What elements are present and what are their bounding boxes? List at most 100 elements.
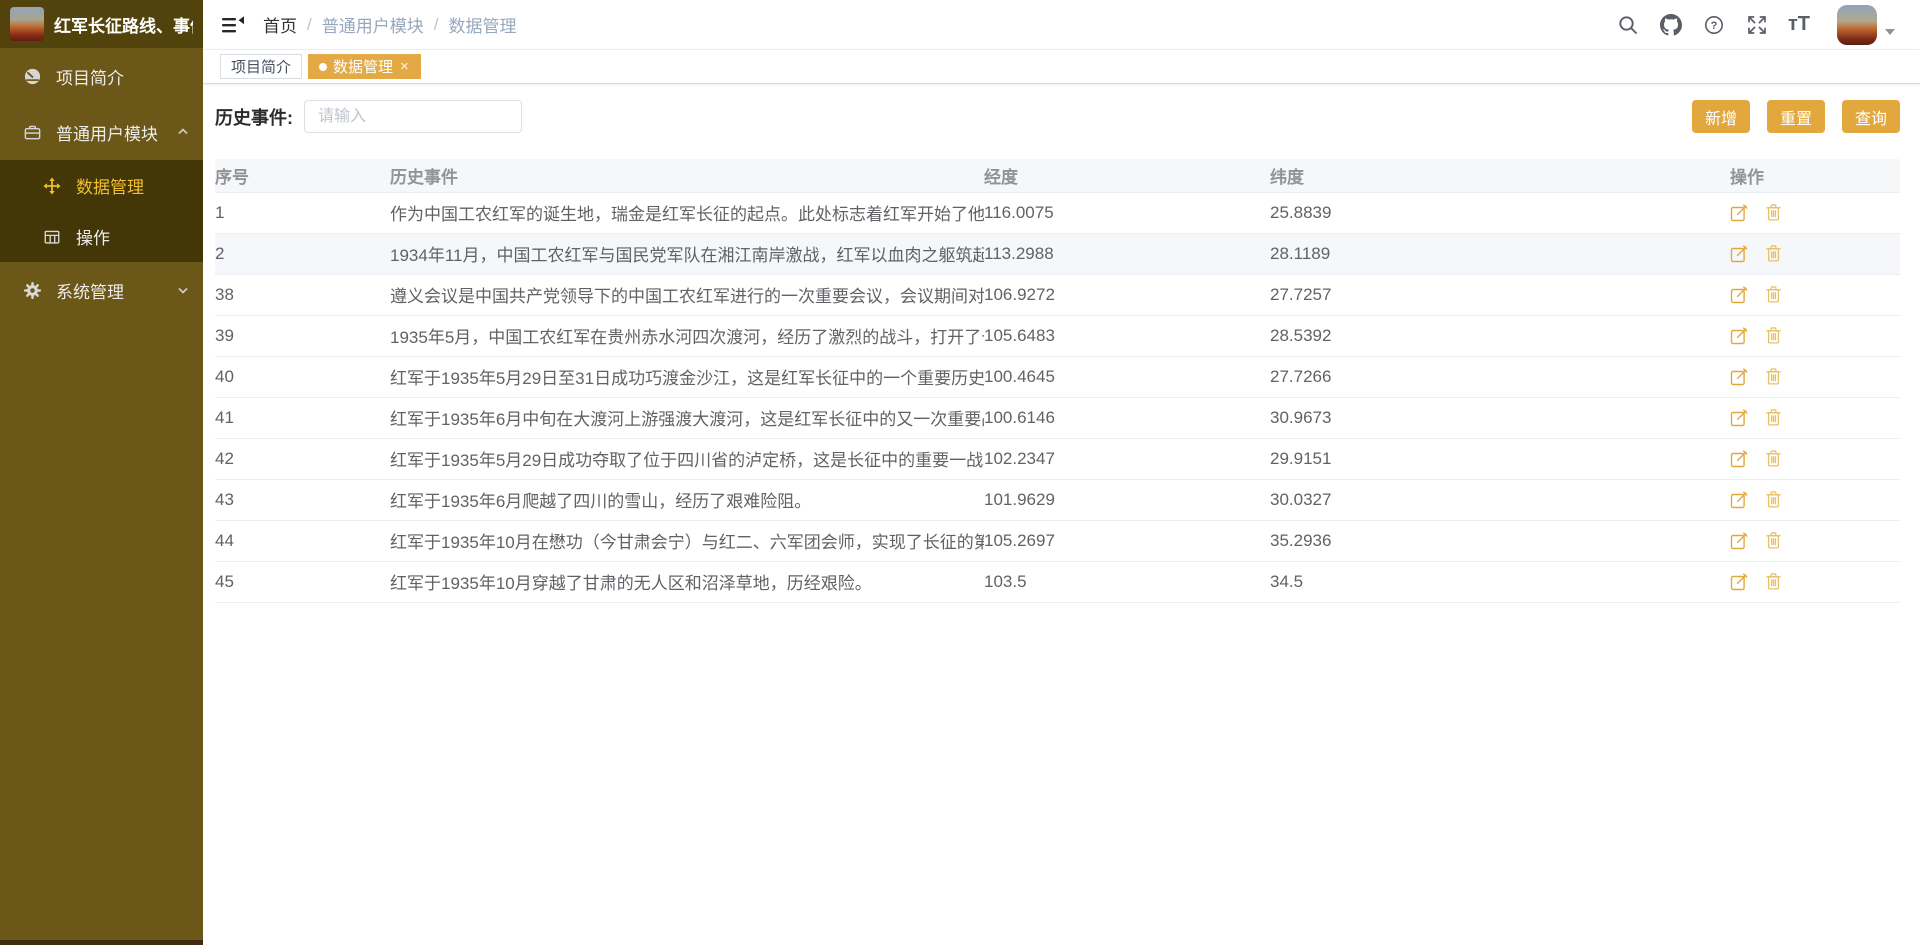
sidebar-item-user-module[interactable]: 普通用户模块 xyxy=(0,104,203,160)
table-row: 45 红军于1935年10月穿越了甘肃的无人区和沼泽草地，历经艰险。 103.5… xyxy=(215,561,1900,602)
hamburger-icon[interactable] xyxy=(221,14,245,36)
cell-seq: 41 xyxy=(215,397,390,438)
tag-close-icon[interactable]: × xyxy=(399,59,410,74)
edit-icon[interactable] xyxy=(1730,450,1748,468)
github-icon[interactable] xyxy=(1659,13,1683,37)
cell-latitude: 34.5 xyxy=(1270,561,1730,602)
cell-event: 红军于1935年5月29日成功夺取了位于四川省的泸定桥，这是长征中的重要一战。 xyxy=(390,438,984,479)
tag-label: 项目简介 xyxy=(231,56,291,77)
tag-label: 数据管理 xyxy=(333,56,393,77)
cell-actions xyxy=(1730,438,1900,479)
trash-icon[interactable] xyxy=(1765,327,1783,345)
trash-icon[interactable] xyxy=(1765,491,1783,509)
cell-seq: 42 xyxy=(215,438,390,479)
sidebar-item-system-management[interactable]: 系统管理 xyxy=(0,262,203,318)
edit-icon[interactable] xyxy=(1730,368,1748,386)
query-form: 历史事件: 新增 重置 查询 xyxy=(215,100,1900,133)
search-button[interactable]: 查询 xyxy=(1842,100,1900,133)
table-header-row: 序号 历史事件 经度 纬度 操作 xyxy=(215,159,1900,192)
cell-longitude: 101.9629 xyxy=(984,479,1270,520)
avatar[interactable] xyxy=(1837,5,1877,45)
sidebar-item-label: 系统管理 xyxy=(56,278,163,303)
cell-seq: 44 xyxy=(215,520,390,561)
sidebar-scrollbar[interactable] xyxy=(0,940,203,945)
search-icon[interactable] xyxy=(1616,13,1640,37)
column-header-event: 历史事件 xyxy=(390,159,984,192)
cell-actions xyxy=(1730,315,1900,356)
cell-actions xyxy=(1730,397,1900,438)
cell-latitude: 35.2936 xyxy=(1270,520,1730,561)
edit-icon[interactable] xyxy=(1730,286,1748,304)
tag-data-management[interactable]: 数据管理 × xyxy=(308,54,421,79)
cell-seq: 38 xyxy=(215,274,390,315)
table-row: 40 红军于1935年5月29日至31日成功巧渡金沙江，这是红军长征中的一个重要… xyxy=(215,356,1900,397)
cell-longitude: 106.9272 xyxy=(984,274,1270,315)
edit-icon[interactable] xyxy=(1730,245,1748,263)
cell-longitude: 105.6483 xyxy=(984,315,1270,356)
cell-latitude: 30.0327 xyxy=(1270,479,1730,520)
trash-icon[interactable] xyxy=(1765,532,1783,550)
gear-icon xyxy=(22,280,42,300)
cell-event: 1934年11月，中国工农红军与国民党军队在湘江南岸激战，红军以血肉之躯筑起了著… xyxy=(390,233,984,274)
sidebar-item-data-management[interactable]: 数据管理 xyxy=(0,160,203,211)
cell-seq: 43 xyxy=(215,479,390,520)
trash-icon[interactable] xyxy=(1765,573,1783,591)
query-buttons: 新增 重置 查询 xyxy=(1692,100,1900,133)
sidebar-item-project-intro[interactable]: 项目简介 xyxy=(0,48,203,104)
cell-event: 红军于1935年6月爬越了四川的雪山，经历了艰难险阻。 xyxy=(390,479,984,520)
cell-seq: 40 xyxy=(215,356,390,397)
cell-actions xyxy=(1730,479,1900,520)
cell-longitude: 105.2697 xyxy=(984,520,1270,561)
add-button[interactable]: 新增 xyxy=(1692,100,1750,133)
history-event-input[interactable] xyxy=(304,100,522,133)
cell-latitude: 25.8839 xyxy=(1270,192,1730,233)
query-label: 历史事件: xyxy=(215,104,293,130)
sidebar-logo-bar: 红军长征路线、事件... xyxy=(0,0,203,48)
user-menu[interactable] xyxy=(1837,5,1895,45)
main-area: 首页 / 普通用户模块 / 数据管理 xyxy=(203,0,1920,945)
breadcrumb-user-module[interactable]: 普通用户模块 xyxy=(322,12,424,37)
edit-icon[interactable] xyxy=(1730,327,1748,345)
trash-icon[interactable] xyxy=(1765,450,1783,468)
fullscreen-icon[interactable] xyxy=(1745,13,1769,37)
cell-longitude: 103.5 xyxy=(984,561,1270,602)
table-icon xyxy=(42,227,62,247)
events-table: 序号 历史事件 经度 纬度 操作 1 作为中国工农红军的诞生地，瑞金是红军长征的… xyxy=(215,159,1900,603)
cell-event: 红军于1935年5月29日至31日成功巧渡金沙江，这是红军长征中的一个重要历史事… xyxy=(390,356,984,397)
trash-icon[interactable] xyxy=(1765,409,1783,427)
dashboard-icon xyxy=(22,66,42,86)
tag-project-intro[interactable]: 项目简介 xyxy=(220,54,302,79)
edit-icon[interactable] xyxy=(1730,573,1748,591)
move-icon xyxy=(42,176,62,196)
cell-event: 1935年5月，中国工农红军在贵州赤水河四次渡河，经历了激烈的战斗，打开了长征的… xyxy=(390,315,984,356)
app-title: 红军长征路线、事件... xyxy=(54,12,193,37)
briefcase-icon xyxy=(22,122,42,142)
cell-longitude: 116.0075 xyxy=(984,192,1270,233)
cell-actions xyxy=(1730,561,1900,602)
page-content: 历史事件: 新增 重置 查询 序号 历史事件 经度 纬度 操作 xyxy=(203,84,1920,945)
sidebar-item-operation[interactable]: 操作 xyxy=(0,211,203,262)
breadcrumb-home[interactable]: 首页 xyxy=(263,12,297,37)
cell-latitude: 29.9151 xyxy=(1270,438,1730,479)
trash-icon[interactable] xyxy=(1765,368,1783,386)
edit-icon[interactable] xyxy=(1730,491,1748,509)
edit-icon[interactable] xyxy=(1730,204,1748,222)
edit-icon[interactable] xyxy=(1730,409,1748,427)
table-row: 42 红军于1935年5月29日成功夺取了位于四川省的泸定桥，这是长征中的重要一… xyxy=(215,438,1900,479)
help-icon[interactable]: ? xyxy=(1702,13,1726,37)
trash-icon[interactable] xyxy=(1765,245,1783,263)
cell-event: 红军于1935年6月中旬在大渡河上游强渡大渡河，这是红军长征中的又一次重要战役 xyxy=(390,397,984,438)
chevron-up-icon xyxy=(177,126,189,138)
text-size-icon[interactable]: тT xyxy=(1788,13,1810,36)
app-logo xyxy=(10,7,44,41)
trash-icon[interactable] xyxy=(1765,204,1783,222)
navbar-right: ? тT xyxy=(1616,5,1895,45)
cell-actions xyxy=(1730,520,1900,561)
trash-icon[interactable] xyxy=(1765,286,1783,304)
column-header-latitude: 纬度 xyxy=(1270,159,1730,192)
sidebar: 红军长征路线、事件... 项目简介 普通用户模块 xyxy=(0,0,203,945)
edit-icon[interactable] xyxy=(1730,532,1748,550)
reset-button[interactable]: 重置 xyxy=(1767,100,1825,133)
cell-event: 红军于1935年10月在懋功（今甘肃会宁）与红二、六军团会师，实现了长征的第一次… xyxy=(390,520,984,561)
app-root: 红军长征路线、事件... 项目简介 普通用户模块 xyxy=(0,0,1920,945)
